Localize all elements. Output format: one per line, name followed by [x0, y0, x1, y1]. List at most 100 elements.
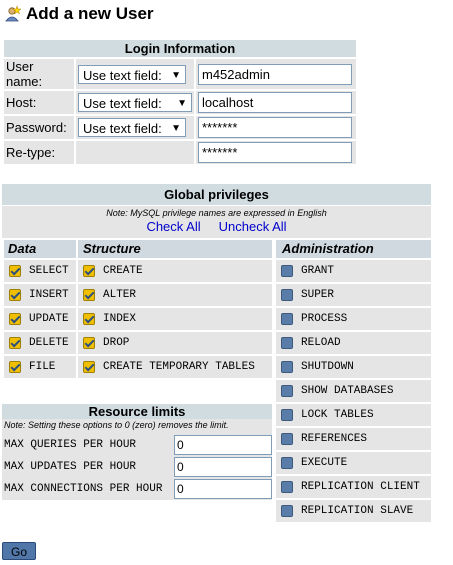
max-connections-input[interactable] — [174, 479, 272, 499]
privilege-label: PROCESS — [301, 313, 348, 325]
checkbox-checked-icon[interactable] — [9, 337, 21, 349]
checkbox-checked-icon[interactable] — [83, 313, 95, 325]
chevron-down-icon: ▼ — [171, 69, 181, 81]
password-input[interactable] — [198, 117, 352, 138]
privilege-label: REPLICATION CLIENT — [301, 481, 420, 493]
privilege-label: UPDATE — [29, 313, 69, 325]
check-links: Check All Uncheck All — [2, 219, 431, 234]
checkbox-unchecked-icon[interactable] — [281, 433, 293, 445]
max-queries-input[interactable] — [174, 435, 272, 455]
privilege-label: CREATE TEMPORARY TABLES — [103, 361, 255, 373]
page-title-bar: Add a new User — [4, 4, 154, 24]
privilege-label: DELETE — [29, 337, 69, 349]
resource-limits-caption: Resource limits — [2, 404, 272, 419]
privilege-item[interactable]: REPLICATION SLAVE — [276, 500, 431, 522]
privilege-item[interactable]: CREATE TEMPORARY TABLES — [78, 356, 272, 378]
privilege-label: SUPER — [301, 289, 335, 301]
privilege-item[interactable]: DELETE — [4, 332, 76, 354]
privilege-label: INDEX — [103, 313, 137, 325]
limit-label: MAX CONNECTIONS PER HOUR — [4, 483, 163, 495]
checkbox-unchecked-icon[interactable] — [281, 481, 293, 493]
privilege-item[interactable]: PROCESS — [276, 308, 431, 330]
privilege-label: CREATE — [103, 265, 143, 277]
privilege-item[interactable]: RELOAD — [276, 332, 431, 354]
privilege-label: REFERENCES — [301, 433, 368, 445]
password-mode-select[interactable]: Use text field: ▼ — [78, 118, 186, 137]
privilege-label: FILE — [29, 361, 56, 373]
checkbox-checked-icon[interactable] — [9, 265, 21, 277]
max-updates-input[interactable] — [174, 457, 272, 477]
privilege-item[interactable]: FILE — [4, 356, 76, 378]
checkbox-checked-icon[interactable] — [83, 337, 95, 349]
checkbox-unchecked-icon[interactable] — [281, 409, 293, 421]
privilege-item[interactable]: EXECUTE — [276, 452, 431, 474]
checkbox-checked-icon[interactable] — [9, 289, 21, 301]
checkbox-checked-icon[interactable] — [9, 361, 21, 373]
privilege-item[interactable]: REPLICATION CLIENT — [276, 476, 431, 498]
privilege-item[interactable]: SUPER — [276, 284, 431, 306]
privilege-item[interactable]: SHUTDOWN — [276, 356, 431, 378]
privilege-item[interactable]: INDEX — [78, 308, 272, 330]
checkbox-unchecked-icon[interactable] — [281, 313, 293, 325]
limit-row-connections: MAX CONNECTIONS PER HOUR — [2, 478, 272, 500]
login-caption: Login Information — [4, 40, 356, 57]
privilege-label: RELOAD — [301, 337, 341, 349]
checkbox-unchecked-icon[interactable] — [281, 505, 293, 517]
structure-column-header: Structure — [78, 240, 272, 258]
login-information-table: Login Information User name: Use text fi… — [2, 38, 358, 166]
privilege-item[interactable]: GRANT — [276, 260, 431, 282]
retype-password-input[interactable] — [198, 142, 352, 163]
privilege-label: SHUTDOWN — [301, 361, 354, 373]
uncheck-all-link[interactable]: Uncheck All — [219, 219, 287, 234]
username-label: User name: — [4, 59, 74, 89]
checkbox-checked-icon[interactable] — [83, 361, 95, 373]
limit-label: MAX UPDATES PER HOUR — [4, 461, 137, 473]
checkbox-unchecked-icon[interactable] — [281, 337, 293, 349]
chevron-down-icon: ▼ — [171, 123, 181, 134]
checkbox-checked-icon[interactable] — [83, 265, 95, 277]
password-label: Password: — [4, 116, 74, 139]
privilege-item[interactable]: CREATE — [78, 260, 272, 282]
privilege-label: GRANT — [301, 265, 335, 277]
privilege-item[interactable]: INSERT — [4, 284, 76, 306]
host-mode-select[interactable]: Use text field: ▼ — [78, 93, 192, 112]
privileges-note: Note: MySQL privilege names are expresse… — [106, 208, 327, 218]
privilege-label: LOCK TABLES — [301, 409, 374, 421]
global-privileges-caption: Global privileges — [2, 184, 431, 205]
username-mode-select[interactable]: Use text field: ▼ — [78, 64, 186, 84]
privilege-item[interactable]: ALTER — [78, 284, 272, 306]
privilege-item[interactable]: SHOW DATABASES — [276, 380, 431, 402]
privilege-item[interactable]: LOCK TABLES — [276, 404, 431, 426]
privilege-item[interactable]: DROP — [78, 332, 272, 354]
checkbox-unchecked-icon[interactable] — [281, 457, 293, 469]
chevron-down-icon: ▼ — [177, 98, 187, 109]
privilege-label: EXECUTE — [301, 457, 348, 469]
checkbox-unchecked-icon[interactable] — [281, 265, 293, 277]
add-user-icon — [4, 5, 22, 23]
limit-label: MAX QUERIES PER HOUR — [4, 439, 137, 451]
go-button[interactable]: Go — [2, 542, 36, 560]
privilege-label: INSERT — [29, 289, 69, 301]
check-all-link[interactable]: Check All — [146, 219, 200, 234]
checkbox-unchecked-icon[interactable] — [281, 289, 293, 301]
checkbox-unchecked-icon[interactable] — [281, 361, 293, 373]
checkbox-unchecked-icon[interactable] — [281, 385, 293, 397]
privilege-label: SELECT — [29, 265, 69, 277]
checkbox-checked-icon[interactable] — [83, 289, 95, 301]
resource-limits-panel: Resource limits Note: Setting these opti… — [2, 404, 272, 500]
privilege-item[interactable]: UPDATE — [4, 308, 76, 330]
username-input[interactable] — [198, 63, 352, 85]
privilege-label: SHOW DATABASES — [301, 385, 394, 397]
privileges-note-row: Note: MySQL privilege names are expresse… — [2, 206, 431, 238]
privilege-label: REPLICATION SLAVE — [301, 505, 414, 517]
resource-limits-note: Note: Setting these options to 0 (zero) … — [2, 419, 272, 432]
retype-label: Re-type: — [4, 141, 74, 164]
privilege-item[interactable]: SELECT — [4, 260, 76, 282]
data-column-header: Data — [4, 240, 76, 258]
host-input[interactable] — [198, 92, 352, 113]
page-title: Add a new User — [26, 4, 154, 23]
privilege-label: DROP — [103, 337, 130, 349]
checkbox-checked-icon[interactable] — [9, 313, 21, 325]
privilege-item[interactable]: REFERENCES — [276, 428, 431, 450]
privilege-label: ALTER — [103, 289, 137, 301]
